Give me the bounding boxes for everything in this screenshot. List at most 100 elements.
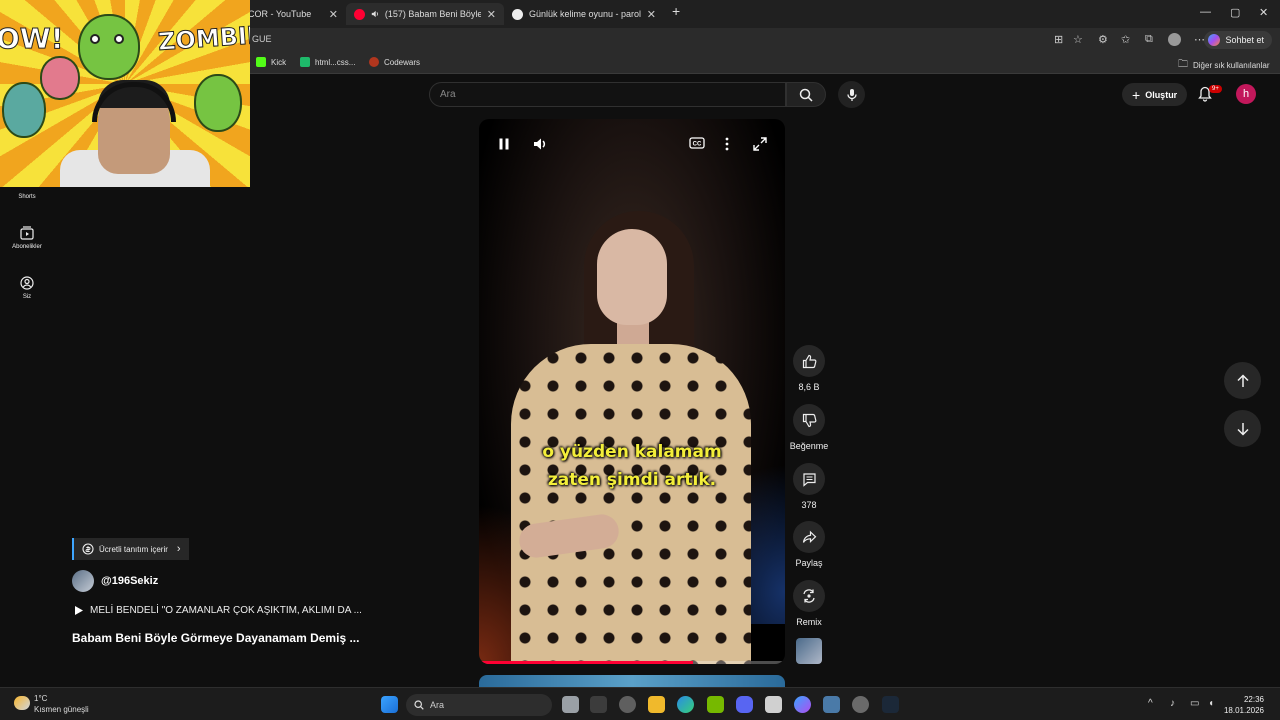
codewars-icon bbox=[369, 57, 379, 67]
windows-start-icon[interactable] bbox=[381, 696, 398, 713]
extensions-icon[interactable]: ⚙ bbox=[1098, 33, 1108, 46]
url-text[interactable]: GUE bbox=[252, 34, 272, 44]
collections-icon[interactable]: ⧉ bbox=[1145, 33, 1153, 46]
temperature: 1°C bbox=[34, 694, 48, 703]
close-icon[interactable]: ✕ bbox=[329, 8, 338, 21]
tab-youtube[interactable]: COR - YouTube ✕ bbox=[240, 3, 346, 25]
other-favorites[interactable]: 🗀 Diğer sık kullanılanlar bbox=[1178, 57, 1269, 74]
thumbs-up-icon bbox=[802, 354, 816, 368]
remix-button[interactable]: Remix bbox=[790, 580, 828, 627]
tab-label: COR - YouTube bbox=[248, 9, 312, 19]
bookmark-kick[interactable]: Kick bbox=[256, 57, 286, 67]
screen: COR - YouTube ✕ (157) Babam Beni Böyle G… bbox=[0, 0, 1280, 720]
apps-icon[interactable]: ⊞ bbox=[1054, 33, 1063, 46]
next-short-preview[interactable] bbox=[479, 675, 785, 687]
task-view-icon[interactable] bbox=[562, 696, 579, 713]
steam-icon[interactable] bbox=[882, 696, 899, 713]
comments-button[interactable]: 378 bbox=[790, 463, 828, 510]
system-clock[interactable]: 22:36 18.01.2026 bbox=[1224, 694, 1264, 716]
weather-widget[interactable]: 1°C Kısmen güneşli bbox=[14, 693, 89, 715]
chatgpt-icon[interactable] bbox=[619, 696, 636, 713]
sidebar-item-you[interactable]: Siz bbox=[6, 276, 48, 300]
comic-text-ow: OW! bbox=[0, 22, 64, 56]
tab-active-video[interactable]: (157) Babam Beni Böyle Görm ✕ bbox=[346, 3, 504, 25]
nvidia-icon[interactable] bbox=[707, 696, 724, 713]
fullscreen-button[interactable] bbox=[753, 137, 767, 151]
search-button[interactable] bbox=[786, 82, 826, 107]
play-icon bbox=[75, 606, 83, 615]
paid-promotion-badge[interactable]: Ücretli tanıtım içerir › bbox=[72, 538, 189, 560]
polka-dot-dress bbox=[511, 344, 751, 664]
mic-icon[interactable]: ♪ bbox=[1170, 698, 1175, 709]
clock-date: 18.01.2026 bbox=[1223, 706, 1264, 715]
dislike-button-circle bbox=[793, 404, 825, 436]
volume-icon[interactable]: ◖ bbox=[1208, 698, 1214, 709]
previous-short-button[interactable] bbox=[1224, 362, 1261, 399]
new-tab-icon[interactable]: + bbox=[672, 3, 680, 19]
network-icon[interactable]: ▭ bbox=[1190, 698, 1199, 709]
tab-parolla[interactable]: Günlük kelime oyunu - parolla - Ka ✕ bbox=[504, 3, 664, 25]
volume-button[interactable] bbox=[533, 137, 549, 151]
volume-icon bbox=[534, 138, 546, 150]
restore-icon[interactable]: ▢ bbox=[1230, 6, 1240, 19]
bookmark-html-css[interactable]: html...css... bbox=[300, 57, 355, 67]
music-row[interactable]: MELİ BENDELİ "O ZAMANLAR ÇOK AŞIKTIM, AK… bbox=[74, 605, 362, 616]
tab-label: (157) Babam Beni Böyle Görm bbox=[384, 9, 481, 19]
share-icon bbox=[802, 530, 816, 543]
zombie-eye bbox=[90, 34, 100, 44]
taskbar-search[interactable]: Ara bbox=[406, 694, 552, 716]
bookmark-codewars[interactable]: Codewars bbox=[369, 57, 420, 67]
video-progress-bar[interactable] bbox=[479, 661, 785, 664]
bookmark-label: Codewars bbox=[384, 57, 421, 67]
close-window-icon[interactable]: ✕ bbox=[1259, 6, 1268, 19]
channel-row[interactable]: @196Sekiz bbox=[72, 570, 158, 592]
app-icon[interactable] bbox=[852, 696, 869, 713]
share-button-circle bbox=[793, 521, 825, 553]
caption-line-2: zaten şimdi artık. bbox=[547, 470, 717, 490]
search-input[interactable]: Ara bbox=[429, 82, 786, 107]
sidebar-item-label: Siz bbox=[22, 294, 32, 300]
profile-icon[interactable] bbox=[1168, 33, 1181, 46]
speaker-icon[interactable] bbox=[371, 9, 379, 19]
account-avatar[interactable]: h bbox=[1236, 84, 1256, 104]
dislike-button[interactable]: Beğenme bbox=[786, 404, 832, 451]
more-options-button[interactable] bbox=[725, 137, 729, 151]
share-button[interactable]: Paylaş bbox=[790, 521, 828, 568]
pause-button[interactable] bbox=[497, 137, 511, 151]
edge-icon[interactable] bbox=[677, 696, 694, 713]
arrow-up-icon bbox=[1236, 373, 1249, 387]
close-icon[interactable]: ✕ bbox=[647, 8, 656, 21]
discord-icon[interactable] bbox=[736, 696, 753, 713]
app-icon[interactable] bbox=[823, 696, 840, 713]
voice-search-button[interactable] bbox=[838, 81, 865, 108]
close-icon[interactable]: ✕ bbox=[487, 8, 496, 21]
sidebar-item-shorts[interactable]: Shorts bbox=[6, 194, 48, 200]
audio-source-button[interactable] bbox=[790, 638, 828, 664]
captions-button[interactable]: CC bbox=[689, 137, 705, 149]
other-favorites-label: Diğer sık kullanılanlar bbox=[1193, 61, 1270, 70]
app-icon[interactable] bbox=[765, 696, 782, 713]
next-short-button[interactable] bbox=[1224, 410, 1261, 447]
minimize-icon[interactable]: — bbox=[1200, 6, 1211, 18]
channel-name[interactable]: @196Sekiz bbox=[101, 575, 158, 587]
remix-label: Remix bbox=[796, 617, 822, 627]
favorites-icon[interactable]: ✩ bbox=[1121, 33, 1130, 46]
file-explorer-icon[interactable] bbox=[648, 696, 665, 713]
channel-avatar[interactable] bbox=[72, 570, 94, 592]
shorts-video-player[interactable]: CC o yüzden kalamam zaten şimdi artık. bbox=[479, 119, 785, 664]
tab-label: Günlük kelime oyunu - parolla - Ka bbox=[529, 9, 641, 19]
copilot-icon[interactable] bbox=[794, 696, 811, 713]
favorite-star-icon[interactable]: ☆ bbox=[1073, 33, 1083, 46]
partly-sunny-icon bbox=[14, 696, 30, 710]
create-button[interactable]: + Oluştur bbox=[1122, 83, 1188, 106]
video-title[interactable]: Babam Beni Böyle Görmeye Dayanamam Demiş… bbox=[72, 631, 359, 645]
chevron-up-icon[interactable]: ^ bbox=[1148, 698, 1153, 709]
comments-button-circle bbox=[793, 463, 825, 495]
zombie-figure bbox=[78, 14, 140, 80]
cc-icon: CC bbox=[689, 137, 705, 149]
like-button[interactable]: 8,6 B bbox=[790, 345, 828, 392]
copilot-button[interactable]: Sohbet et bbox=[1204, 31, 1272, 49]
sidebar-item-subscriptions[interactable]: Abonelikler bbox=[6, 226, 48, 250]
app-icon[interactable] bbox=[590, 696, 607, 713]
more-icon[interactable]: ⋯ bbox=[1194, 33, 1205, 46]
